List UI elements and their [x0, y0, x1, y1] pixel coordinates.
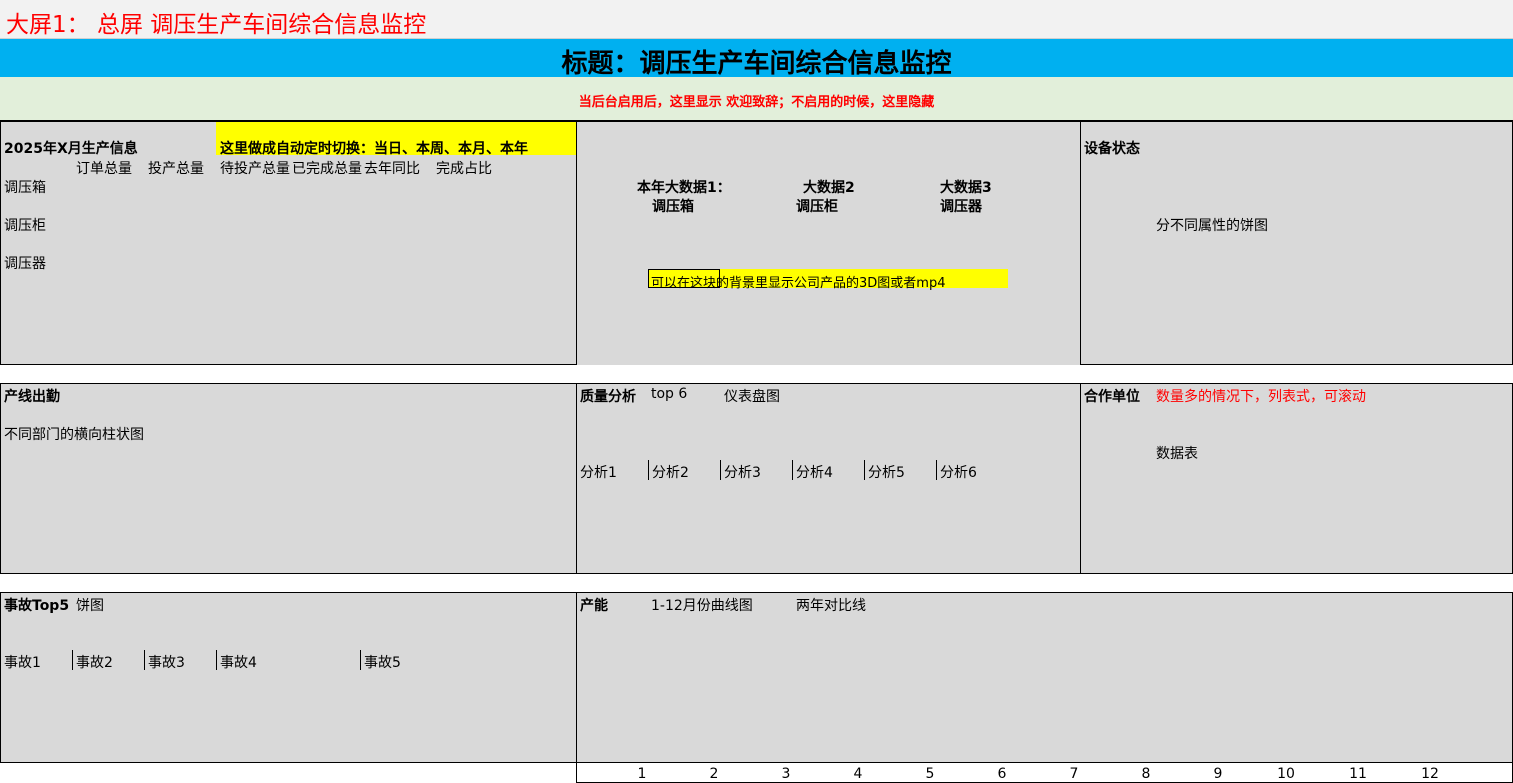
media-note: 可以在这块的背景里显示公司产品的3D图或者mp4	[651, 276, 946, 291]
month-label: 5	[925, 766, 935, 782]
big-data-1-sub: 调压箱	[652, 199, 694, 215]
quality-item-4: 分析4	[796, 465, 833, 481]
device-status-desc: 分不同属性的饼图	[1156, 218, 1268, 234]
accident-item-5: 事故5	[364, 655, 401, 671]
row-regulator-cabinet: 调压柜	[4, 218, 46, 234]
accident-panel	[0, 592, 577, 763]
quality-divider	[864, 460, 865, 480]
big-data-2-sub: 调压柜	[796, 199, 838, 215]
device-status-title: 设备状态	[1084, 141, 1140, 157]
attendance-panel	[0, 383, 577, 574]
accident-chart-type: 饼图	[76, 598, 104, 614]
quality-divider	[792, 460, 793, 480]
partners-title: 合作单位	[1084, 389, 1140, 405]
accident-item-1: 事故1	[4, 655, 41, 671]
big-data-2-title: 大数据2	[803, 180, 855, 196]
month-label: 8	[1141, 766, 1151, 782]
production-switch-note: 这里做成自动定时切换：当日、本周、本月、本年	[220, 141, 528, 157]
quality-title: 质量分析	[580, 389, 636, 405]
month-label: 2	[709, 766, 719, 782]
accident-item-3: 事故3	[148, 655, 185, 671]
accident-divider	[144, 650, 145, 670]
accident-divider	[72, 650, 73, 670]
month-label: 6	[997, 766, 1007, 782]
sheet-header: 大屏1： 总屏 调压生产车间综合信息监控	[0, 0, 1513, 39]
col-completion-ratio: 完成占比	[436, 161, 492, 177]
accident-item-4: 事故4	[220, 655, 257, 671]
month-label: 1	[637, 766, 647, 782]
partners-panel	[1080, 383, 1513, 574]
month-label: 9	[1213, 766, 1223, 782]
accident-divider	[216, 650, 217, 670]
big-data-1-title: 本年大数据1：	[637, 180, 731, 196]
partners-desc: 数据表	[1156, 446, 1198, 462]
month-label: 3	[781, 766, 791, 782]
col-yoy: 去年同比	[364, 161, 420, 177]
big-data-3-title: 大数据3	[940, 180, 992, 196]
quality-item-2: 分析2	[652, 465, 689, 481]
welcome-text: 当后台启用后，这里显示 欢迎致辞；不启用的时候，这里隐藏	[578, 95, 935, 110]
quality-item-3: 分析3	[724, 465, 761, 481]
accident-title: 事故Top5	[4, 598, 70, 614]
center-big-data-panel	[576, 121, 1081, 346]
attendance-desc: 不同部门的横向柱状图	[4, 427, 144, 443]
month-label: 12	[1421, 766, 1439, 782]
quality-item-6: 分析6	[940, 465, 977, 481]
quality-item-5: 分析5	[868, 465, 905, 481]
production-title: 2025年X月生产信息	[4, 141, 138, 157]
row-regulator: 调压器	[4, 256, 46, 272]
banner-title: 标题：调压生产车间综合信息监控	[561, 49, 952, 79]
attendance-title: 产线出勤	[4, 389, 60, 405]
capacity-title: 产能	[580, 598, 608, 614]
accident-divider	[360, 650, 361, 670]
col-pending-total: 待投产总量	[220, 161, 290, 177]
col-produced-total: 投产总量	[148, 161, 204, 177]
row-regulator-box: 调压箱	[4, 180, 46, 196]
capacity-desc-compare: 两年对比线	[796, 598, 866, 614]
quality-top: top 6	[651, 386, 688, 402]
month-label: 7	[1069, 766, 1079, 782]
quality-item-1: 分析1	[580, 465, 617, 481]
center-lower-strip	[576, 345, 1081, 365]
capacity-desc-curve: 1-12月份曲线图	[651, 598, 753, 614]
title-banner: 标题：调压生产车间综合信息监控	[0, 39, 1513, 79]
accident-item-2: 事故2	[76, 655, 113, 671]
quality-divider	[720, 460, 721, 480]
month-label: 11	[1349, 766, 1367, 782]
month-label: 10	[1277, 766, 1295, 782]
welcome-strip: 当后台启用后，这里显示 欢迎致辞；不启用的时候，这里隐藏	[0, 77, 1513, 121]
sheet-top-label: 大屏1： 总屏 调压生产车间综合信息监控	[6, 12, 427, 38]
col-completed-total: 已完成总量	[292, 161, 362, 177]
quality-divider	[936, 460, 937, 480]
capacity-panel	[576, 592, 1513, 763]
month-label: 4	[853, 766, 863, 782]
quality-chart-type: 仪表盘图	[724, 389, 780, 405]
device-status-panel	[1080, 121, 1513, 365]
quality-divider	[648, 460, 649, 480]
big-data-3-sub: 调压器	[940, 199, 982, 215]
col-order-total: 订单总量	[76, 161, 132, 177]
partners-note: 数量多的情况下，列表式，可滚动	[1156, 389, 1366, 405]
